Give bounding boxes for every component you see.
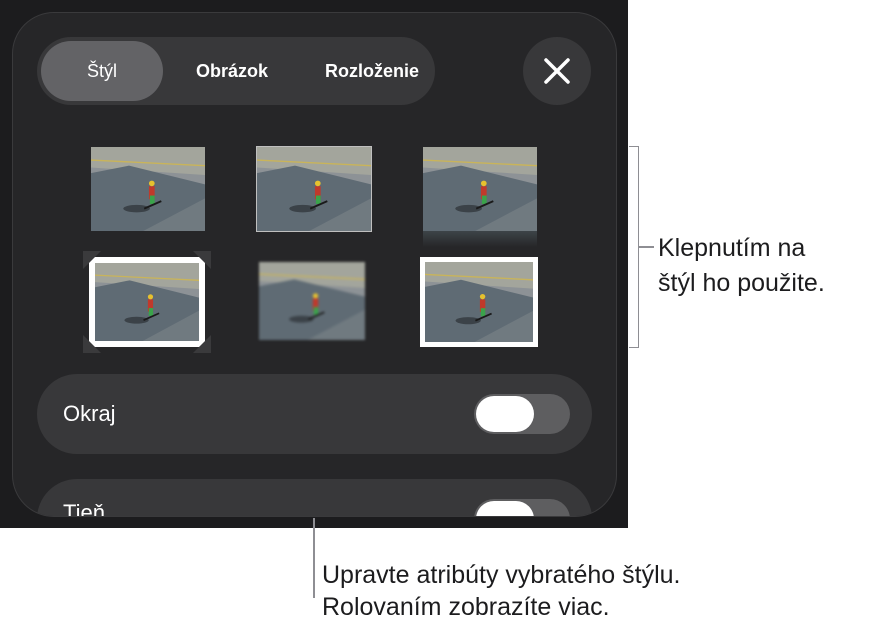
border-row: Okraj — [37, 374, 592, 454]
photo-thumbnail — [257, 147, 371, 231]
style-preset-5[interactable] — [259, 262, 365, 340]
photo-thumbnail — [423, 147, 537, 231]
style-preset-1[interactable] — [91, 147, 205, 231]
photo-corner — [83, 335, 101, 353]
style-preset-2[interactable] — [256, 146, 372, 232]
style-preset-4[interactable] — [83, 251, 211, 353]
shadow-row: Tieň — [37, 479, 592, 516]
style-preset-3[interactable] — [423, 147, 537, 247]
attributes-callout-line2: Rolovaním zobrazíte viac. — [322, 593, 610, 621]
style-presets-grid — [13, 13, 616, 373]
photo-corner — [193, 251, 211, 269]
photo-thumbnail — [95, 263, 199, 341]
border-label: Okraj — [63, 401, 116, 426]
styles-callout-line1: Klepnutím na — [658, 234, 806, 262]
photo-thumbnail — [259, 262, 365, 340]
style-preset-6[interactable] — [420, 257, 538, 347]
styles-callout-line2: štýl ho použite. — [658, 269, 825, 297]
shadow-label: Tieň — [63, 500, 105, 517]
format-popover: Štýl Obrázok Rozloženie Okraj Tieň — [12, 12, 617, 517]
border-toggle[interactable] — [474, 394, 570, 434]
photo-thumbnail — [91, 147, 205, 231]
photo-corner — [193, 335, 211, 353]
reflection — [423, 231, 537, 247]
styles-callout-line — [638, 246, 654, 248]
attributes-callout-line1: Upravte atribúty vybratého štýlu. — [322, 561, 681, 589]
photo-corner — [83, 251, 101, 269]
shadow-toggle[interactable] — [474, 499, 570, 516]
toggle-knob — [476, 501, 534, 516]
photo-thumbnail — [425, 262, 533, 342]
toggle-knob — [476, 396, 534, 432]
attributes-callout-line — [313, 518, 315, 598]
